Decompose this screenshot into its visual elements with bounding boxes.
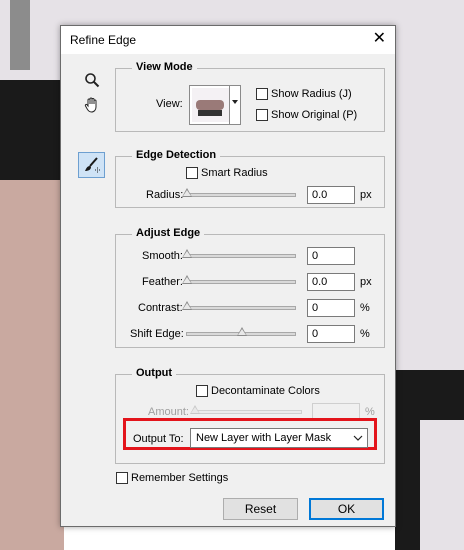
view-dropdown-arrow[interactable] [229, 86, 240, 124]
chevron-down-icon [353, 431, 363, 448]
brush-icon[interactable] [78, 152, 105, 178]
shift-edge-field[interactable]: 0 [307, 325, 355, 343]
magnifier-icon[interactable] [81, 69, 103, 91]
view-mode-picker[interactable] [189, 85, 241, 125]
reset-button[interactable]: Reset [223, 498, 298, 520]
feather-label: Feather: [142, 276, 183, 288]
output-to-label: Output To: [133, 433, 184, 445]
remember-settings-checkbox[interactable] [116, 472, 128, 484]
output-legend: Output [132, 367, 177, 379]
contrast-slider-thumb[interactable] [182, 301, 192, 310]
smooth-slider[interactable] [182, 249, 296, 258]
edge-detection-legend: Edge Detection [132, 149, 221, 161]
shift-edge-slider[interactable] [186, 327, 296, 336]
show-radius-checkbox[interactable] [256, 88, 268, 100]
amount-slider-thumb[interactable] [190, 405, 200, 414]
radius-slider[interactable] [182, 188, 296, 197]
amount-label: Amount: [148, 406, 189, 418]
view-mode-legend: View Mode [132, 61, 197, 73]
radius-field[interactable]: 0.0 [307, 186, 355, 204]
refine-edge-dialog: Refine Edge ✕ View Mode View: Show Radiu… [60, 25, 396, 527]
amount-unit: % [365, 406, 375, 418]
remember-settings-label: Remember Settings [131, 472, 229, 484]
title-bar: Refine Edge ✕ [61, 26, 395, 54]
view-thumbnail [192, 88, 230, 122]
shift-edge-slider-thumb[interactable] [237, 327, 247, 336]
radius-slider-thumb[interactable] [182, 188, 192, 197]
radius-label: Radius: [146, 189, 184, 201]
dialog-title: Refine Edge [70, 33, 137, 47]
feather-unit: px [360, 276, 372, 288]
close-icon[interactable]: ✕ [373, 30, 386, 48]
contrast-label: Contrast: [138, 302, 183, 314]
shift-edge-unit: % [360, 328, 370, 340]
show-original-checkbox[interactable] [256, 109, 268, 121]
edge-detection-group: Edge Detection Smart Radius Radius: 0.0 … [115, 149, 385, 208]
radius-unit: px [360, 189, 372, 201]
view-label: View: [156, 98, 183, 110]
contrast-field[interactable]: 0 [307, 299, 355, 317]
contrast-unit: % [360, 302, 370, 314]
smart-radius-checkbox[interactable] [186, 167, 198, 179]
output-to-value: New Layer with Layer Mask [196, 432, 332, 444]
smooth-label: Smooth: [142, 250, 183, 262]
view-mode-group: View Mode View: Show Radius (J) Show Ori… [115, 61, 385, 132]
feather-slider[interactable] [182, 275, 296, 284]
adjust-edge-group: Adjust Edge Smooth: 0 Feather: 0.0 px Co… [115, 227, 385, 348]
shift-edge-label: Shift Edge: [130, 328, 184, 340]
ok-button[interactable]: OK [309, 498, 384, 520]
smart-radius-label: Smart Radius [201, 167, 268, 179]
output-to-select[interactable]: New Layer with Layer Mask [190, 428, 368, 448]
smooth-field[interactable]: 0 [307, 247, 355, 265]
feather-field[interactable]: 0.0 [307, 273, 355, 291]
hand-icon[interactable] [81, 94, 103, 116]
decontaminate-checkbox[interactable] [196, 385, 208, 397]
feather-slider-thumb[interactable] [182, 275, 192, 284]
decontaminate-label: Decontaminate Colors [211, 385, 320, 397]
show-original-label: Show Original (P) [271, 109, 358, 121]
adjust-edge-legend: Adjust Edge [132, 227, 205, 239]
amount-slider[interactable] [190, 405, 302, 414]
contrast-slider[interactable] [182, 301, 296, 310]
show-radius-label: Show Radius (J) [271, 88, 352, 100]
smooth-slider-thumb[interactable] [182, 249, 192, 258]
